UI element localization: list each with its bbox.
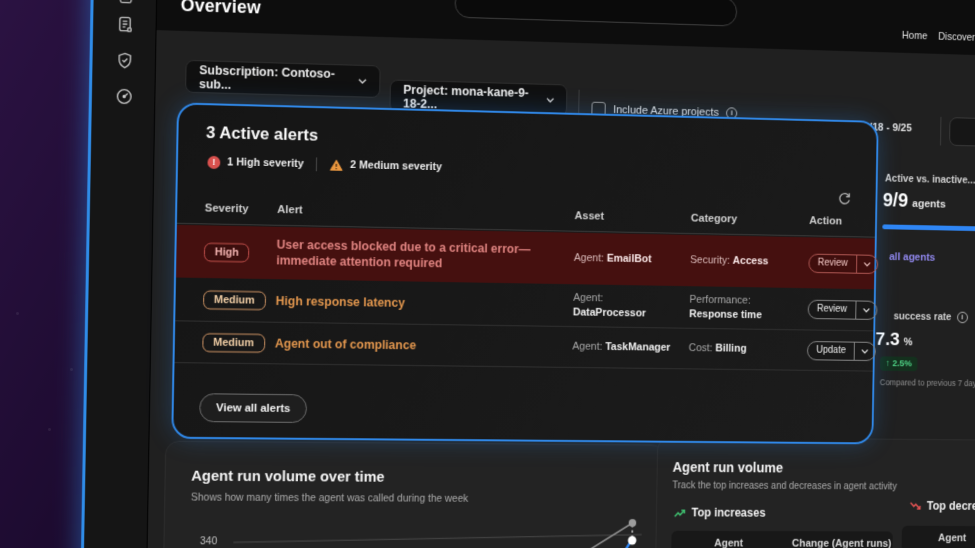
notes-icon[interactable]	[116, 15, 135, 35]
agents-card-title: Active vs. inactive...	[884, 172, 975, 187]
run-volume-chart	[164, 519, 665, 548]
data-point-gray[interactable]	[628, 519, 637, 527]
chart-subtitle: Shows how many times the agent was calle…	[190, 491, 469, 505]
sidebar	[82, 0, 159, 548]
asset-cell: Agent: DataProcessor	[572, 291, 647, 319]
shield-check-icon[interactable]	[115, 51, 134, 70]
col-category: Category	[690, 212, 738, 226]
top-increases-label: Top increases	[674, 506, 766, 520]
agents-count-value: 9/9	[882, 189, 909, 212]
summary-divider	[316, 157, 318, 172]
volume-card-title: Agent run volume	[672, 459, 784, 476]
chevron-down-icon	[546, 97, 554, 104]
category-cell: Performance: Response time	[689, 293, 762, 321]
action-menu-chevron[interactable]	[855, 300, 877, 319]
increases-col-change: Change (Agent runs)	[791, 537, 892, 548]
agents-progress-bar	[882, 224, 975, 232]
agents-card-title-row: Active vs. inactive... i	[885, 173, 975, 187]
cutoff-toolbar-button[interactable]	[949, 117, 975, 148]
main-content: Subscription: Contoso-sub... Project: mo…	[145, 30, 975, 548]
category-cell: Security: Access	[690, 254, 769, 268]
col-action: Action	[809, 215, 843, 228]
subscription-dropdown[interactable]: Subscription: Contoso-sub...	[185, 59, 381, 98]
agents-count: 9/9 agents	[883, 190, 946, 213]
background-dot	[16, 312, 19, 315]
success-card-title-row: success rate i	[894, 311, 968, 324]
asset-cell: Agent: TaskManager	[572, 340, 671, 354]
increases-table-header: Agent Change (Agent runs)	[671, 530, 893, 548]
background-dot	[48, 428, 51, 431]
warning-triangle-icon	[330, 158, 344, 171]
compass-gauge-icon[interactable]	[115, 87, 134, 106]
asset-cell: Agent: EmailBot	[573, 251, 652, 265]
app-window: Overview Home Discover Subscription: Con…	[79, 0, 975, 548]
review-split-button[interactable]: Review	[807, 299, 878, 320]
success-card-title: success rate	[893, 310, 952, 323]
series-line-blue	[599, 542, 630, 548]
sidebar-icon-partial[interactable]	[116, 0, 135, 6]
severity-summary: ! 1 High severity 2 Medium severity	[207, 155, 442, 174]
chevron-down-icon	[861, 348, 868, 354]
nav-discover[interactable]: Discover	[938, 31, 975, 44]
col-alert: Alert	[277, 204, 303, 217]
refresh-icon[interactable]	[837, 191, 852, 207]
col-severity: Severity	[204, 202, 249, 216]
chevron-down-icon	[358, 78, 367, 85]
chart-title: Agent run volume over time	[191, 467, 385, 486]
view-all-alerts-button[interactable]: View all alerts	[199, 393, 308, 423]
toolbar-divider	[940, 116, 942, 146]
high-severity-icon: !	[207, 155, 221, 169]
success-caption: Compared to previous 7 days	[879, 377, 975, 389]
run-volume-chart-card: Agent run volume over time Shows how man…	[161, 440, 665, 548]
alerts-title: 3 Active alerts	[205, 123, 319, 145]
all-agents-link[interactable]: all agents	[889, 251, 935, 263]
severity-badge: Medium	[202, 332, 265, 353]
medium-severity-count: 2 Medium severity	[350, 159, 443, 174]
category-cell: Cost: Billing	[688, 342, 747, 355]
page-title: Overview	[180, 0, 262, 18]
increases-col-agent: Agent	[714, 537, 744, 548]
agents-count-unit: agents	[912, 198, 946, 211]
subscription-dropdown-label: Subscription: Contoso-sub...	[198, 62, 336, 92]
action-menu-chevron[interactable]	[855, 254, 878, 273]
decreases-col-agent: Agent	[937, 532, 967, 545]
trend-up-icon	[674, 507, 686, 518]
alert-text: Agent out of compliance	[274, 335, 417, 352]
decreases-table-header: Agent	[901, 525, 975, 548]
high-severity-count: 1 High severity	[227, 156, 304, 170]
active-alerts-card: 3 Active alerts ! 1 High severity 2 Medi…	[171, 102, 879, 445]
gridline	[233, 533, 641, 543]
chevron-down-icon	[863, 261, 870, 267]
success-rate-unit: %	[903, 336, 913, 349]
success-delta-badge: ↑ 2.5%	[879, 356, 918, 372]
background-dot	[70, 368, 73, 371]
nav-home[interactable]: Home	[902, 30, 928, 42]
screenshot-stage: Overview Home Discover Subscription: Con…	[0, 0, 975, 548]
alert-text: User access blocked due to a critical er…	[276, 237, 531, 271]
info-icon[interactable]: i	[956, 311, 968, 324]
data-point-white[interactable]	[627, 536, 637, 545]
chevron-down-icon	[863, 307, 870, 313]
severity-badge: High	[203, 242, 250, 262]
severity-badge: Medium	[203, 289, 266, 310]
top-decreases-label: Top decreas	[909, 499, 975, 513]
col-asset: Asset	[574, 210, 605, 223]
action-menu-chevron[interactable]	[853, 342, 876, 360]
trend-down-icon	[909, 500, 921, 511]
volume-card-subtitle: Track the top increases and decreases in…	[672, 480, 897, 493]
search-bar[interactable]	[454, 0, 738, 27]
update-split-button[interactable]: Update	[806, 340, 877, 361]
review-split-button[interactable]: Review	[808, 253, 879, 274]
agent-run-volume-card: Agent run volume Track the top increases…	[653, 436, 975, 548]
alert-text: High response latency	[275, 293, 405, 309]
